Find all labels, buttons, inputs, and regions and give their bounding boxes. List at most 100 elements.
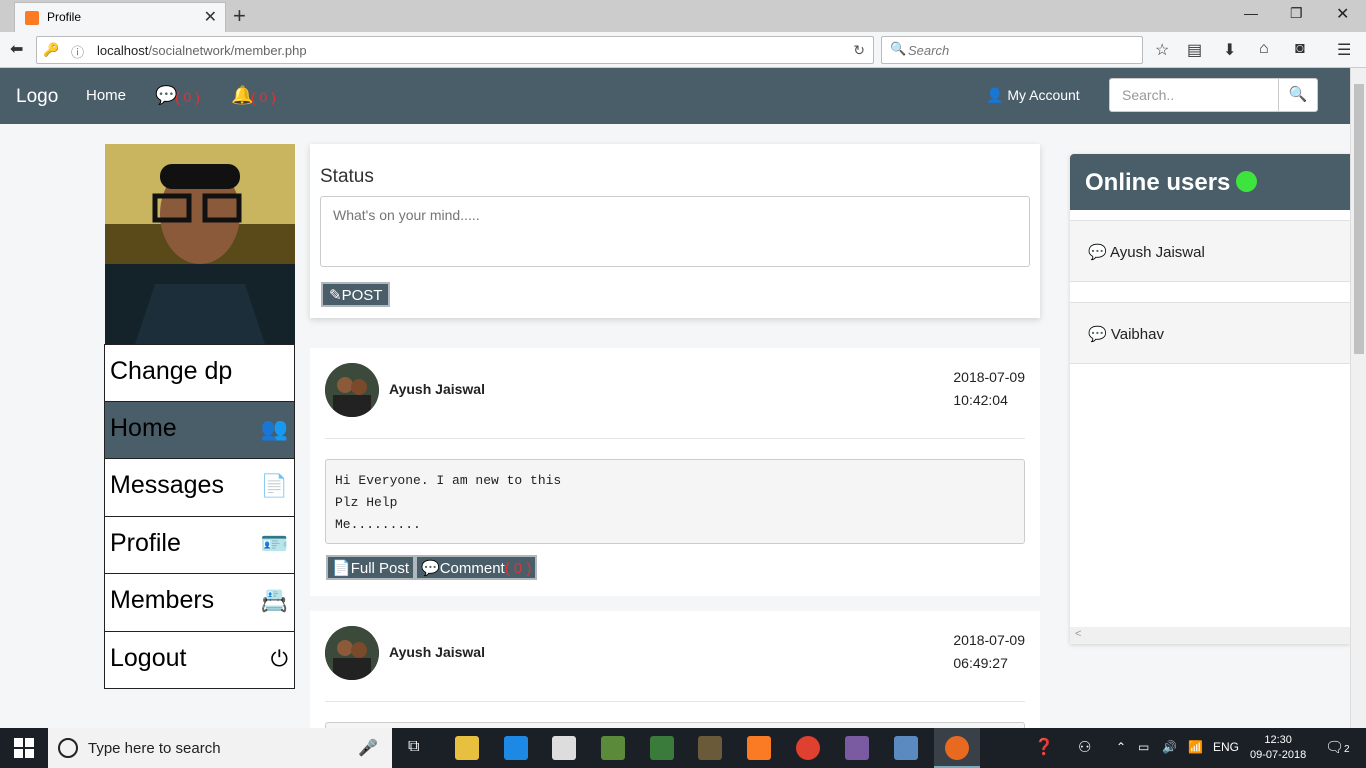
menu-icon[interactable]: ☰ [1337, 40, 1351, 60]
info-icon[interactable]: ⓘ [71, 42, 84, 61]
side-item-messages[interactable]: Messages 📄 [104, 459, 295, 517]
status-input[interactable] [320, 196, 1030, 267]
reload-icon[interactable]: ↻ [853, 42, 865, 59]
post-card: Ayush Jaiswal 2018-07-09 10:42:04 Hi Ever… [310, 348, 1040, 596]
windows-start-icon[interactable] [14, 738, 34, 758]
help-icon[interactable]: ❓ [1034, 737, 1054, 757]
store-icon[interactable] [552, 736, 576, 760]
post-button[interactable]: ✎POST [321, 282, 391, 307]
download-icon[interactable]: ⬇ [1223, 40, 1236, 60]
online-user-name: Ayush Jaiswal [1110, 244, 1205, 261]
people-icon[interactable]: ⚇ [1078, 738, 1091, 756]
page-scrollbar[interactable] [1350, 68, 1366, 728]
comment-label: Comment [439, 560, 505, 577]
status-label: Status [320, 166, 374, 187]
side-item-home[interactable]: Home 👥 [104, 401, 295, 459]
full-post-button[interactable]: 📄Full Post [326, 555, 416, 580]
back-icon[interactable]: ⬅ [10, 39, 23, 59]
browser-search-placeholder: Search [908, 43, 950, 58]
browser-tabbar: Profile ✕ + — ❐ ✕ [0, 0, 1366, 32]
language-indicator[interactable]: ENG [1213, 740, 1239, 754]
close-window-icon[interactable]: ✕ [1336, 4, 1349, 24]
restore-icon[interactable]: ❐ [1290, 5, 1303, 22]
search-icon: 🔍 [890, 41, 907, 56]
online-user-item[interactable]: 💬 Vaibhav [1070, 302, 1350, 364]
file-explorer-icon[interactable] [455, 736, 479, 760]
evernote-icon[interactable] [601, 736, 625, 760]
clock-date: 09-07-2018 [1250, 749, 1307, 761]
side-item-label: Profile [110, 528, 181, 557]
full-post-label: Full Post [350, 560, 410, 577]
comment-icon: 💬 [421, 560, 440, 577]
new-tab-icon[interactable]: + [233, 3, 246, 29]
horizontal-scrollbar[interactable]: < [1070, 627, 1350, 644]
online-status-dot [1236, 171, 1258, 192]
site-logo[interactable]: Logo [16, 86, 58, 108]
scrollbar-thumb[interactable] [1354, 84, 1364, 354]
tripadvisor-icon[interactable] [650, 736, 674, 760]
minimize-icon[interactable]: — [1244, 5, 1258, 21]
action-center-icon[interactable]: 🗨2 [1325, 738, 1350, 756]
taskbar-clock[interactable]: 12:30 09-07-2018 [1250, 733, 1306, 763]
power-icon: ⏻ [270, 645, 288, 671]
post-date: 2018-07-09 [953, 632, 1025, 648]
side-item-change-dp[interactable]: Change dp [104, 344, 295, 402]
avatar[interactable] [325, 363, 379, 417]
comment-icon: 💬 [1088, 244, 1107, 261]
address-book-icon: 📇 [260, 588, 288, 613]
bookmark-star-icon[interactable]: ☆ [1155, 40, 1169, 60]
chrome-icon[interactable] [796, 736, 820, 760]
reading-list-icon[interactable]: ▤ [1187, 40, 1202, 60]
firefox-taskbar-active[interactable] [934, 728, 980, 768]
post-time: 06:49:27 [953, 655, 1008, 671]
site-search-input[interactable]: Search.. [1109, 78, 1279, 112]
post-author[interactable]: Ayush Jaiswal [389, 644, 485, 660]
site-search-button[interactable]: 🔍 [1278, 78, 1318, 112]
github-desktop-icon[interactable] [845, 736, 869, 760]
edge-icon[interactable] [504, 736, 528, 760]
comment-icon: 💬 [1088, 326, 1107, 343]
users-icon: 👥 [260, 415, 288, 441]
side-item-members[interactable]: Members 📇 [104, 574, 295, 632]
taskbar-search[interactable]: Type here to search 🎤 [48, 728, 392, 768]
status-box: Status ✎POST [310, 144, 1040, 318]
microphone-icon[interactable]: 🎤 [358, 738, 378, 758]
online-users-title: Online users [1085, 169, 1258, 197]
xampp-icon[interactable] [747, 736, 771, 760]
browser-tab[interactable]: Profile ✕ [14, 2, 226, 32]
xampp-favicon-icon [25, 11, 39, 25]
avatar[interactable] [325, 626, 379, 680]
wifi-icon[interactable]: 📶 [1188, 740, 1203, 754]
site-header: Logo Home 💬 ( 0 ) 🔔 ( 0 ) 👤 My Account S… [0, 68, 1350, 124]
chevron-up-icon[interactable]: ⌃ [1116, 740, 1126, 754]
post-timestamp: 2018-07-09 06:49:27 [953, 629, 1025, 675]
nav-home-link[interactable]: Home [86, 87, 126, 104]
task-view-icon[interactable]: ⧉ [408, 738, 419, 756]
word-pad-icon[interactable] [894, 736, 918, 760]
browser-navbar: ⬅ 🔑 ⓘ localhost/socialnetwork/member.php… [0, 32, 1366, 68]
url-bar[interactable]: 🔑 ⓘ localhost/socialnetwork/member.php ↻ [36, 36, 874, 64]
side-menu: Change dp Home 👥 Messages 📄 Profile 🪪 Membe… [104, 344, 295, 689]
side-item-label: Home [110, 413, 177, 442]
post-author[interactable]: Ayush Jaiswal [389, 381, 485, 397]
notifications-count: ( 0 ) [251, 89, 276, 105]
search-icon: 🔍 [1288, 86, 1308, 103]
pocket-icon[interactable]: ◙ [1295, 40, 1305, 58]
close-tab-icon[interactable]: ✕ [204, 7, 217, 27]
firefox-icon [945, 736, 969, 760]
volume-icon[interactable]: 🔊 [1162, 740, 1177, 754]
browser-search-bar[interactable]: 🔍 Search [881, 36, 1143, 64]
user-icon: 👤 [986, 87, 1004, 103]
online-user-item[interactable]: 💬 Ayush Jaiswal [1070, 220, 1350, 282]
sublime-text-icon[interactable] [698, 736, 722, 760]
divider [325, 701, 1025, 702]
side-item-logout[interactable]: Logout ⏻ [104, 631, 295, 689]
comment-button[interactable]: 💬Comment( 0 ) [415, 555, 538, 580]
my-account-link[interactable]: 👤 My Account [986, 87, 1080, 104]
file-icon: 📄 [332, 560, 351, 577]
home-icon[interactable]: ⌂ [1259, 40, 1269, 58]
battery-icon[interactable]: ▭ [1138, 740, 1149, 754]
post-body: Hi Everyone. I am new to this Plz Help M… [325, 459, 1025, 544]
side-item-label: Messages [110, 471, 224, 499]
side-item-profile[interactable]: Profile 🪪 [104, 516, 295, 574]
